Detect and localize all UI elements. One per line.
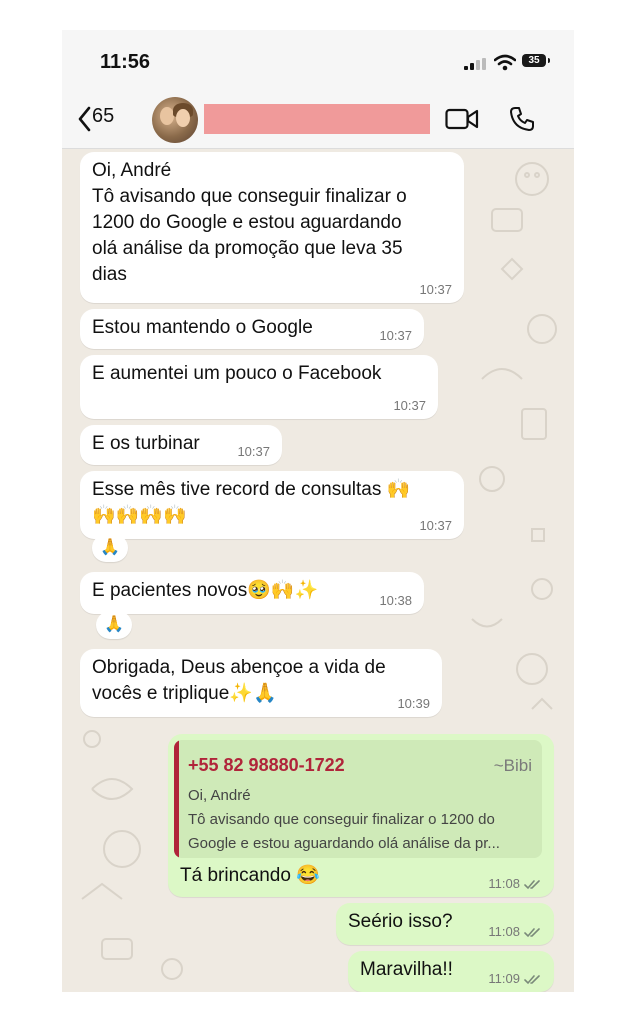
quote-accent-bar <box>174 740 179 858</box>
message-line: olá análise da promoção que leva 35 <box>92 238 403 259</box>
message-time: 10:39 <box>397 696 430 711</box>
quoted-message[interactable]: +55 82 98880-1722 ~Bibi Oi, André Tô avi… <box>174 740 542 858</box>
incoming-message[interactable]: Obrigada, Deus abençoe a vida de vocês e… <box>80 649 442 717</box>
message-reaction[interactable]: 🙏 <box>96 611 132 639</box>
chat-header: 65 <box>62 92 574 149</box>
message-reaction[interactable]: 🙏 <box>92 534 128 562</box>
double-check-icon <box>524 975 540 985</box>
message-line: Tô avisando que conseguir finalizar o <box>92 186 407 207</box>
phone-screen: 11:56 35 65 Oi, André Tô avisando que co… <box>62 30 574 992</box>
message-text: Estou mantendo o Google <box>92 317 313 338</box>
incoming-message[interactable]: Estou mantendo o Google 10:37 <box>80 309 424 349</box>
message-time-text: 11:08 <box>488 924 520 939</box>
chevron-left-icon <box>78 106 91 132</box>
message-line: Obrigada, Deus abençoe a vida de <box>92 657 386 678</box>
outgoing-message[interactable]: Maravilha!! 11:09 <box>348 951 554 992</box>
incoming-message[interactable]: Esse mês tive record de consultas 🙌 🙌🙌🙌🙌… <box>80 471 464 539</box>
redacted-contact-name[interactable] <box>204 104 430 134</box>
quote-sender-phone: +55 82 98880-1722 <box>188 755 345 775</box>
message-time: 10:37 <box>379 328 412 343</box>
battery-tip <box>548 58 550 63</box>
quote-line: Oi, André <box>188 787 251 804</box>
status-time: 11:56 <box>100 51 151 73</box>
quote-sender-name: ~Bibi <box>493 756 532 775</box>
status-bar: 11:56 35 <box>62 30 574 92</box>
message-line: dias <box>92 264 127 285</box>
message-time: 11:08 <box>488 877 542 891</box>
message-time-text: 11:08 <box>488 876 520 891</box>
message-time: 10:38 <box>379 593 412 608</box>
video-call-icon[interactable] <box>445 107 479 131</box>
message-time: 10:37 <box>393 398 426 413</box>
message-time: 11:09 <box>488 972 542 986</box>
message-text: Tá brincando 😂 <box>180 865 320 886</box>
message-text: E pacientes novos🥹🙌✨ <box>92 580 319 601</box>
outgoing-message[interactable]: Seério isso? 11:08 <box>336 903 554 945</box>
double-check-icon <box>524 880 540 890</box>
chat-area[interactable]: Oi, André Tô avisando que conseguir fina… <box>62 149 574 992</box>
message-text: E aumentei um pouco o Facebook <box>92 363 382 384</box>
incoming-message[interactable]: E pacientes novos🥹🙌✨ 10:38 <box>80 572 424 614</box>
phone-call-icon[interactable] <box>508 105 536 133</box>
quote-line: Google e estou aguardando olá análise da… <box>188 835 500 852</box>
message-time: 10:37 <box>419 282 452 297</box>
wifi-icon <box>494 54 516 71</box>
message-line: vocês e triplique✨🙏 <box>92 683 277 704</box>
message-time: 11:08 <box>488 925 542 939</box>
outgoing-reply-message[interactable]: +55 82 98880-1722 ~Bibi Oi, André Tô avi… <box>168 734 554 897</box>
signal-icon <box>464 58 486 70</box>
message-time: 10:37 <box>419 518 452 533</box>
message-line: 🙌🙌🙌🙌 <box>92 505 187 526</box>
unread-count[interactable]: 65 <box>92 105 114 128</box>
double-check-icon <box>524 928 540 938</box>
incoming-message[interactable]: E aumentei um pouco o Facebook 10:37 <box>80 355 438 419</box>
quote-line: Tô avisando que conseguir finalizar o 12… <box>188 811 495 828</box>
message-line: Esse mês tive record de consultas 🙌 <box>92 479 411 500</box>
message-line: Oi, André <box>92 160 172 181</box>
message-line: 1200 do Google e estou aguardando <box>92 212 402 233</box>
battery-icon: 35 <box>522 54 546 67</box>
contact-avatar[interactable] <box>152 97 198 143</box>
message-time-text: 11:09 <box>488 971 520 986</box>
message-time: 10:37 <box>237 444 270 459</box>
incoming-message[interactable]: E os turbinar 10:37 <box>80 425 282 465</box>
incoming-message[interactable]: Oi, André Tô avisando que conseguir fina… <box>80 152 464 303</box>
